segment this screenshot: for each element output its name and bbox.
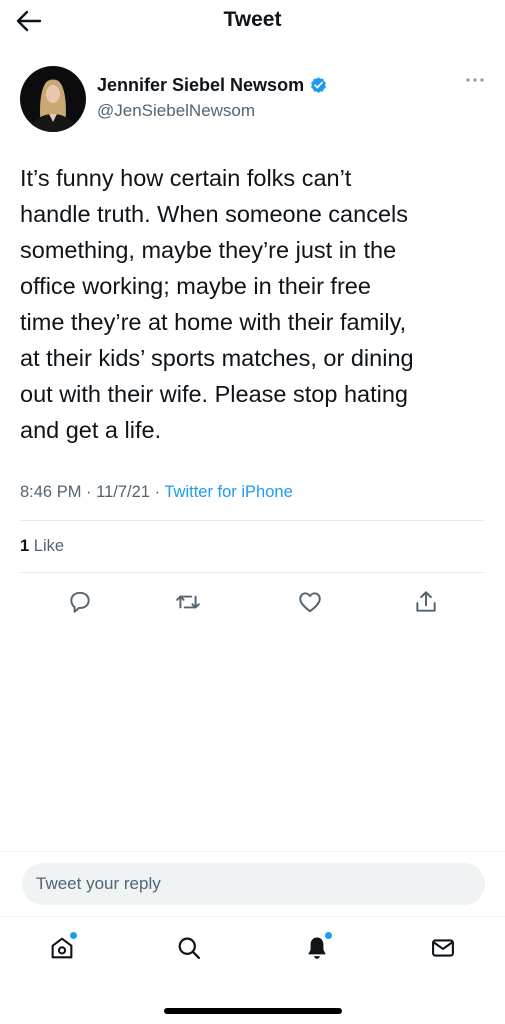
likes-count: 1: [20, 537, 30, 555]
home-indicator[interactable]: [164, 1008, 342, 1014]
tab-messages[interactable]: [427, 932, 459, 964]
author-name[interactable]: Jennifer Siebel Newsom: [97, 75, 304, 96]
meta-separator: ·: [154, 483, 161, 501]
likes-label: Like: [33, 537, 65, 555]
tweet-date: 11/7/21: [96, 483, 150, 501]
avatar[interactable]: [20, 66, 86, 132]
divider: [0, 851, 505, 852]
page-title: Tweet: [223, 8, 282, 31]
unread-dot: [70, 932, 77, 939]
tweet-time: 8:46 PM: [20, 483, 82, 501]
likes-stat[interactable]: 1 Like: [20, 537, 64, 556]
tab-search[interactable]: [173, 932, 205, 964]
author-handle[interactable]: @JenSiebelNewsom: [97, 101, 255, 121]
more-options-button[interactable]: [464, 74, 486, 86]
share-button[interactable]: [410, 586, 442, 618]
retweet-button[interactable]: [172, 586, 204, 618]
divider: [20, 520, 485, 521]
top-bar: Tweet: [0, 0, 505, 42]
divider: [0, 916, 505, 917]
messages-icon: [432, 939, 454, 957]
verified-badge-icon: [309, 76, 328, 95]
tweet-source-link[interactable]: Twitter for iPhone: [164, 483, 292, 501]
retweet-icon: [176, 595, 200, 609]
more-icon: [466, 78, 484, 82]
like-button[interactable]: [294, 586, 326, 618]
divider: [20, 572, 485, 573]
meta-separator: ·: [86, 483, 92, 501]
unread-dot: [325, 932, 332, 939]
avatar-image: [20, 66, 86, 132]
tweet-author: Jennifer Siebel Newsom @JenSiebelNewsom: [20, 66, 490, 132]
tweet-metadata: 8:46 PM · 11/7/21 · Twitter for iPhone: [20, 483, 293, 502]
tweet-text: It’s funny how certain folks can’t handl…: [20, 165, 414, 443]
tab-notifications[interactable]: [301, 932, 333, 964]
tab-home[interactable]: [46, 932, 78, 964]
share-icon: [416, 591, 436, 612]
search-icon: [178, 937, 201, 960]
tweet-actions: [0, 586, 505, 618]
reply-input[interactable]: [22, 863, 485, 905]
reply-button[interactable]: [64, 586, 96, 618]
like-icon: [299, 592, 321, 613]
reply-icon: [70, 591, 90, 613]
